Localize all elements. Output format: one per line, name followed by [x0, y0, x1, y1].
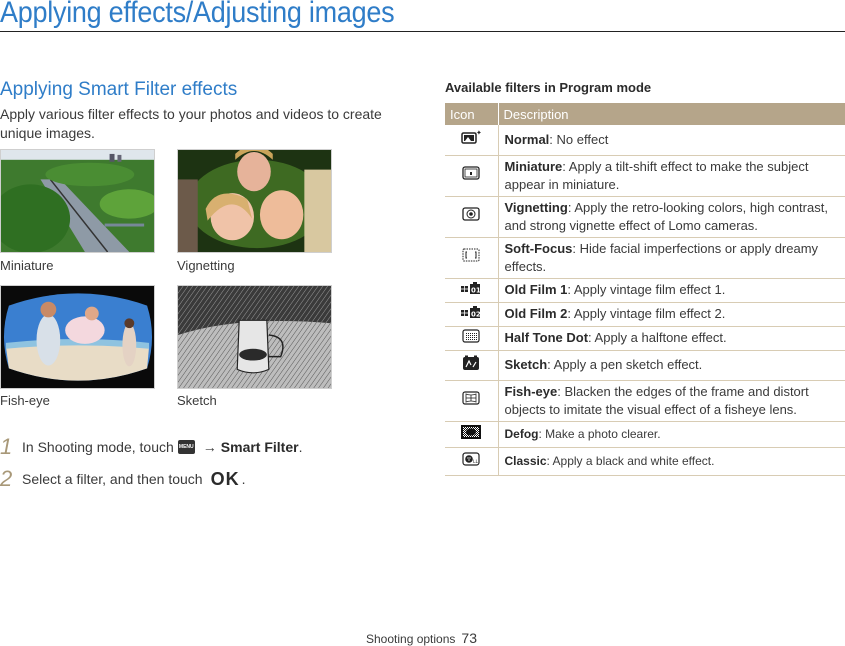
step-number: 1	[0, 434, 13, 459]
svg-text:01: 01	[471, 286, 481, 294]
description-column-header: Description	[498, 103, 845, 125]
table-row: Vignetting: Apply the retro-looking colo…	[445, 196, 845, 238]
vignetting-icon	[462, 207, 480, 226]
table-title: Available filters in Program mode	[445, 80, 652, 95]
arrow-glyph: →	[202, 439, 217, 455]
page-number: 73	[461, 630, 477, 646]
sketch-caption: Sketch	[177, 393, 217, 408]
filter-description: : Apply vintage film effect 1.	[567, 282, 726, 298]
section-intro: Apply various filter effects to your pho…	[0, 106, 382, 141]
filter-name: Old Film 2	[504, 306, 568, 322]
table-header-row: Icon Description	[445, 103, 845, 125]
table-row: Defog: Make a photo clearer.	[445, 421, 845, 448]
table-row: 02 Old Film 2: Apply vintage film effect…	[445, 302, 845, 327]
filter-name: Miniature	[504, 158, 563, 174]
table-row: ✦ Normal: No effect	[445, 125, 845, 156]
filter-description: : Apply vintage film effect 2.	[567, 306, 726, 322]
table-row: LL Classic: Apply a black and white effe…	[445, 447, 845, 476]
table-row: Sketch: Apply a pen sketch effect.	[445, 350, 845, 381]
defog-icon	[461, 424, 482, 444]
step-text: Select a filter, and then touch	[22, 471, 203, 487]
table-row: 01 Old Film 1: Apply vintage film effect…	[445, 278, 845, 303]
svg-text:LL: LL	[473, 459, 479, 465]
vignetting-caption: Vignetting	[177, 258, 235, 273]
classic-icon: LL	[462, 452, 480, 471]
table-row: Half Tone Dot: Apply a halftone effect.	[445, 326, 845, 351]
miniature-caption: Miniature	[0, 258, 54, 273]
table-row: Miniature: Apply a tilt-shift effect to …	[445, 155, 845, 197]
filter-description: : Apply a halftone effect.	[588, 330, 727, 346]
menu-icon: MENU	[177, 440, 195, 454]
filter-name: Vignetting	[504, 199, 568, 215]
step-period: .	[241, 471, 246, 487]
half-tone-dot-icon	[462, 329, 480, 348]
step-period: .	[298, 439, 303, 455]
filter-name: Classic	[504, 454, 547, 469]
step-1: 1 In Shooting mode, touch MENU → Smart F…	[0, 434, 302, 460]
normal-icon: ✦	[461, 129, 482, 150]
icon-column-header: Icon	[445, 103, 499, 125]
page-footer: Shooting options 73	[366, 630, 477, 646]
vignetting-example-image	[177, 149, 332, 253]
miniature-example-image	[0, 149, 155, 253]
filter-name: Old Film 1	[504, 282, 568, 298]
title-divider	[0, 31, 845, 32]
svg-text:✦: ✦	[476, 129, 481, 137]
filter-name: Normal	[504, 131, 550, 147]
fish-eye-icon	[462, 391, 480, 410]
sketch-icon	[462, 355, 480, 376]
filter-description: : No effect	[549, 131, 609, 147]
step-text: In Shooting mode, touch	[22, 439, 174, 455]
fish-eye-example-image	[0, 285, 155, 389]
filter-name: Half Tone Dot	[504, 330, 589, 346]
soft-focus-icon	[462, 248, 480, 267]
page-title: Applying effects/Adjusting images	[0, 0, 395, 29]
svg-text:02: 02	[471, 310, 481, 318]
section-title: Applying Smart Filter effects	[0, 79, 238, 100]
filter-description: : Apply a pen sketch effect.	[547, 357, 703, 373]
step-bold-text: Smart Filter	[220, 439, 299, 455]
table-row: Soft-Focus: Hide facial imperfections or…	[445, 237, 845, 279]
fish-eye-caption: Fish-eye	[0, 393, 50, 408]
filter-name: Defog	[504, 427, 539, 442]
step-number: 2	[0, 466, 13, 491]
filter-name: Soft-Focus	[504, 240, 573, 256]
filter-description: : Apply a black and white effect.	[546, 454, 715, 469]
filter-name: Sketch	[504, 357, 548, 373]
old-film-1-icon: 01	[460, 281, 482, 300]
old-film-2-icon: 02	[460, 305, 482, 324]
ok-icon: OK	[210, 468, 240, 489]
filters-table: Icon Description ✦ Normal: No effect Min…	[445, 103, 845, 476]
table-row: Fish-eye: Blacken the edges of the frame…	[445, 380, 845, 422]
filter-description: : Make a photo clearer.	[538, 427, 661, 442]
filter-name: Fish-eye	[504, 383, 558, 399]
step-2: 2 Select a filter, and then touch OK .	[0, 466, 245, 492]
sketch-example-image	[177, 285, 332, 389]
miniature-icon	[462, 166, 480, 185]
footer-section: Shooting options	[366, 632, 456, 646]
